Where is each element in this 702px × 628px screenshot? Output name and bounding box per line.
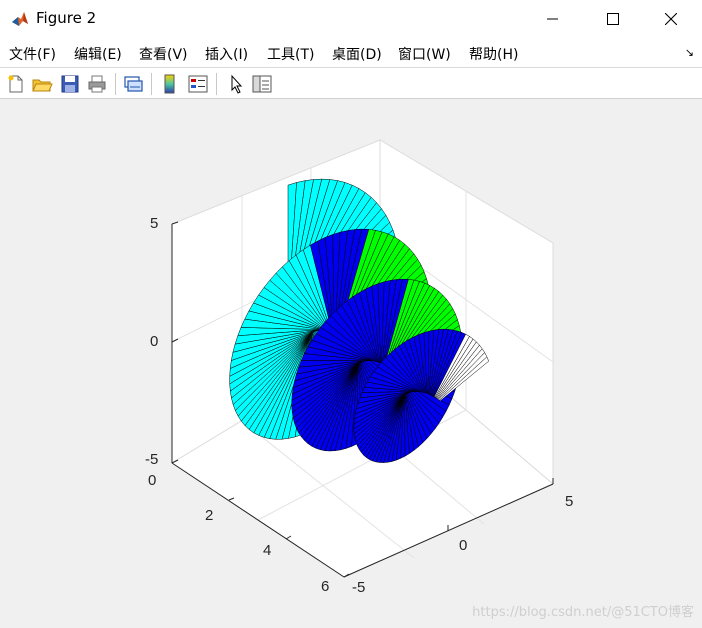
menu-tools[interactable]: 工具(T) (267, 44, 314, 64)
open-file-icon[interactable] (31, 73, 53, 95)
close-button[interactable] (648, 0, 694, 38)
toolbar-separator (115, 73, 116, 95)
menu-file[interactable]: 文件(F) (9, 44, 56, 64)
z-tick-label: 0 (150, 333, 158, 350)
close-icon (665, 13, 677, 25)
menu-help[interactable]: 帮助(H) (469, 44, 518, 64)
axes-3d[interactable]: 5 0 -5 0 2 4 6 -5 0 5 (0, 99, 702, 628)
menu-view[interactable]: 查看(V) (139, 44, 188, 64)
dock-figure-icon[interactable]: ↘ (685, 46, 694, 59)
y-tick-label: 2 (205, 507, 213, 524)
matlab-logo-icon (10, 9, 30, 29)
x-tick-label: 0 (459, 537, 467, 554)
colorbar-icon[interactable] (159, 73, 181, 95)
property-editor-icon[interactable] (251, 73, 273, 95)
link-plot-icon[interactable] (122, 73, 144, 95)
watermark: https://blog.csdn.net/@51CTO博客 (472, 605, 694, 620)
toolbar-separator (151, 73, 152, 95)
menu-insert[interactable]: 插入(I) (205, 44, 248, 64)
z-tick-label: 5 (150, 215, 158, 232)
figure-canvas[interactable]: 5 0 -5 0 2 4 6 -5 0 5 https://blog.csdn.… (0, 99, 702, 628)
window-title: Figure 2 (36, 9, 97, 27)
y-tick-label: 4 (263, 542, 271, 559)
pointer-icon[interactable] (225, 73, 247, 95)
menu-bar: 文件(F) 编辑(E) 查看(V) 插入(I) 工具(T) 桌面(D) 窗口(W… (0, 38, 702, 67)
legend-icon[interactable] (187, 73, 209, 95)
x-tick-label: 5 (565, 493, 573, 510)
menu-window[interactable]: 窗口(W) (398, 44, 451, 64)
x-tick-label: -5 (352, 579, 365, 596)
toolbar-separator (216, 73, 217, 95)
new-figure-icon[interactable] (5, 73, 27, 95)
figure-toolbar (0, 67, 702, 99)
menu-desktop[interactable]: 桌面(D) (332, 44, 382, 64)
maximize-icon (607, 13, 619, 25)
minimize-button[interactable] (530, 0, 576, 38)
minimize-icon (547, 18, 558, 20)
save-icon[interactable] (59, 73, 81, 95)
maximize-button[interactable] (590, 0, 636, 38)
y-tick-label: 0 (148, 472, 156, 489)
z-tick-label: -5 (145, 451, 158, 468)
print-icon[interactable] (86, 73, 108, 95)
title-bar: Figure 2 (0, 0, 702, 38)
menu-edit[interactable]: 编辑(E) (74, 44, 122, 64)
y-tick-label: 6 (321, 578, 329, 595)
